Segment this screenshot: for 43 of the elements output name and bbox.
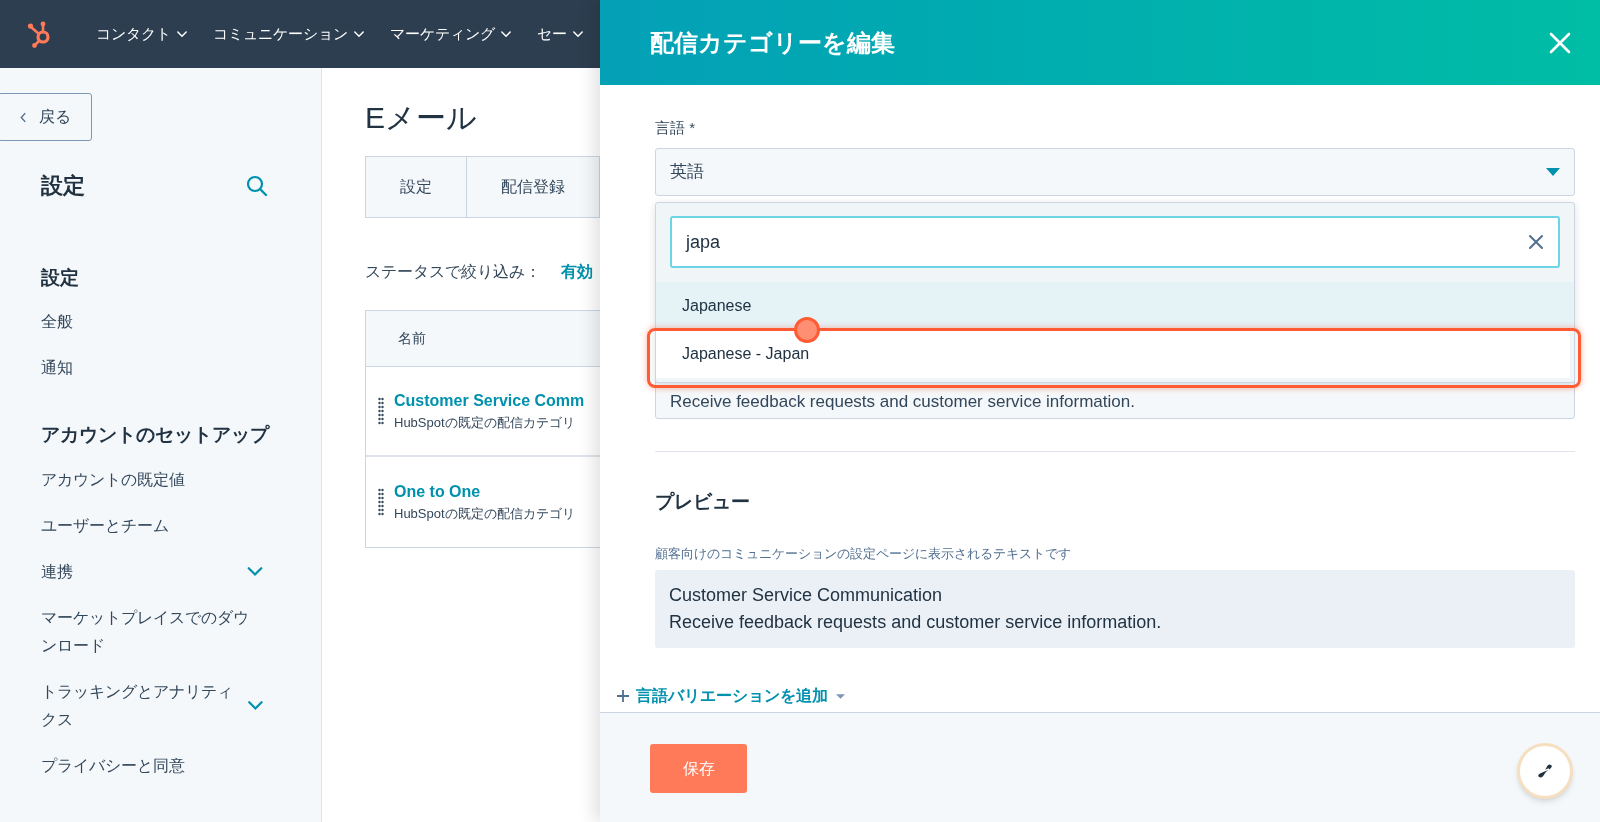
- dropdown-option[interactable]: Japanese: [656, 282, 1574, 330]
- clear-icon[interactable]: [1528, 234, 1544, 250]
- add-variation-link[interactable]: 言語バリエーションを追加: [616, 684, 845, 708]
- caret-icon: [1546, 167, 1560, 176]
- sidebar-item[interactable]: マーケットプレイスでのダウンロード: [41, 604, 263, 660]
- sidebar-item[interactable]: プライバシーと同意: [41, 752, 185, 780]
- search-icon[interactable]: [245, 173, 269, 198]
- category-description: HubSpotの既定の配信カテゴリ: [394, 414, 576, 433]
- language-select[interactable]: 英語: [655, 147, 1575, 196]
- nav-menu-item[interactable]: セー: [537, 22, 583, 46]
- column-header: 名前: [398, 329, 426, 348]
- section-heading: アカウントのセットアップ: [40, 422, 271, 447]
- drag-handle-icon[interactable]: [378, 488, 384, 516]
- help-text: 顧客向けのコミュニケーションの設定ページに表示されるテキストです: [655, 545, 1072, 563]
- sidebar-item[interactable]: 連携: [41, 558, 73, 586]
- back-button[interactable]: 戻る: [0, 93, 92, 141]
- plus-icon[interactable]: [616, 689, 630, 703]
- section-heading: プレビュー: [655, 489, 751, 514]
- chevron-left-icon[interactable]: [19, 111, 27, 123]
- search-field[interactable]: japa: [670, 216, 1560, 268]
- panel-title: 配信カテゴリーを編集: [650, 27, 895, 58]
- category-link[interactable]: Customer Service Comm: [394, 389, 585, 414]
- preview-text: Customer Service Communication: [669, 583, 944, 607]
- category-link[interactable]: One to One: [394, 480, 575, 505]
- field-label: 言語 *: [655, 118, 696, 138]
- section-heading: 設定: [40, 266, 80, 290]
- sidebar-item[interactable]: 全般: [41, 307, 73, 336]
- page-title: Eメール: [365, 100, 477, 136]
- caret-icon[interactable]: [836, 693, 845, 699]
- sidebar-title: 設定: [41, 172, 85, 200]
- filter-label: ステータスで絞り込み：: [365, 262, 541, 282]
- sidebar-item[interactable]: ユーザーとチーム: [41, 512, 169, 540]
- category-description: HubSpotの既定の配信カテゴリ: [394, 505, 575, 524]
- sidebar-item[interactable]: 通知: [41, 353, 73, 382]
- drag-handle-icon[interactable]: [378, 397, 384, 425]
- preview-text: Receive feedback requests and customer service information.: [669, 610, 1163, 634]
- dropdown-option[interactable]: Japanese - Japan: [656, 330, 1570, 378]
- nav-menu-item[interactable]: マーケティング: [390, 22, 511, 46]
- nav-menu-item[interactable]: コンタクト: [96, 22, 187, 46]
- nav-menu-item[interactable]: コミュニケーション: [213, 22, 364, 46]
- filter-dropdown[interactable]: 有効: [561, 260, 593, 284]
- sidebar-item[interactable]: アカウントの既定値: [41, 466, 185, 494]
- sidebar-item[interactable]: トラッキングとアナリティクス: [41, 678, 249, 734]
